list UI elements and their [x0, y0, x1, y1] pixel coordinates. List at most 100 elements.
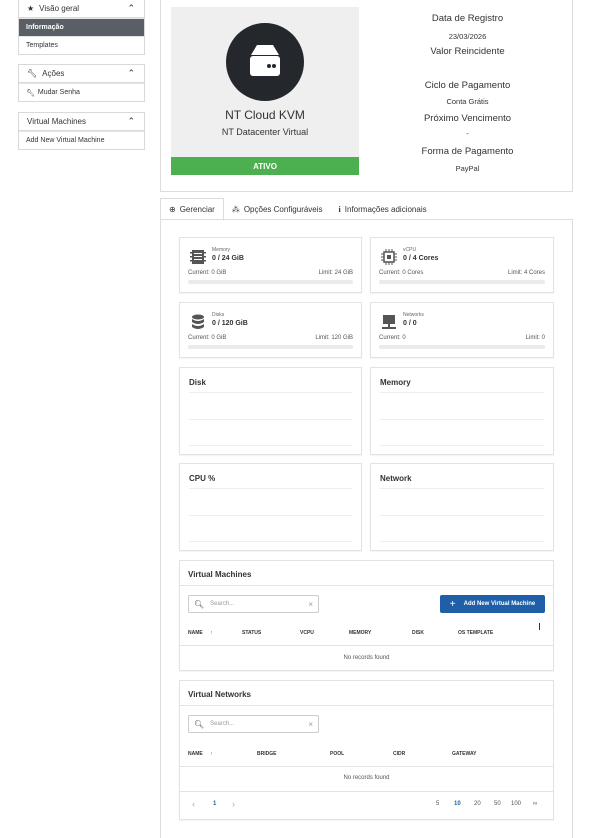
column-header-vcpu[interactable]: VCPU	[300, 630, 314, 636]
graph-title: Memory	[380, 378, 411, 387]
resource-value: 0 / 120 GiB	[212, 320, 248, 327]
sidebar-overview-header[interactable]: ★ Visão geral ⌃	[19, 0, 144, 18]
sidebar-vms-title: Virtual Machines	[27, 117, 86, 126]
sidebar-vms-header[interactable]: Virtual Machines ⌃	[19, 113, 144, 131]
column-header-name[interactable]: NAME ↑	[188, 751, 213, 757]
resource-progress-bar	[188, 345, 353, 349]
product-group: NT Datacenter Virtual	[221, 127, 309, 137]
column-header-status[interactable]: STATUS	[242, 630, 261, 636]
vm-table-card: Virtual Machines 🔍︎ Search... × + Add Ne…	[179, 560, 554, 671]
page-size-all[interactable]: ∞	[533, 801, 537, 807]
graph-title: Disk	[189, 378, 206, 387]
network-table-title: Virtual Networks	[188, 690, 251, 699]
resource-limit: Limit: 0	[525, 335, 545, 341]
resource-label: Memory	[212, 247, 231, 253]
wrench-icon: 🔧︎	[27, 69, 38, 78]
billing-cycle-label: Ciclo de Pagamento	[424, 80, 511, 91]
info-icon: i	[338, 204, 341, 214]
resource-progress-bar	[188, 280, 353, 284]
network-table-card: Virtual Networks 🔍︎ Search... × NAME ↑ B…	[179, 680, 554, 820]
add-vm-button[interactable]: + Add New Virtual Machine	[440, 595, 545, 613]
resource-current: Current: 0 GiB	[188, 335, 227, 341]
chevron-up-icon[interactable]: ⌃	[127, 3, 135, 14]
clear-icon[interactable]: ×	[308, 600, 313, 609]
resource-value: 0 / 4 Cores	[403, 255, 439, 262]
page-size-100[interactable]: 100	[511, 801, 521, 807]
empty-state: No records found	[343, 775, 390, 781]
registration-label: Data de Registro	[431, 13, 504, 24]
empty-state: No records found	[343, 655, 390, 661]
graph-title: Network	[380, 474, 412, 483]
search-icon: 🔍︎	[194, 599, 205, 609]
resource-current: Current: 0 Cores	[379, 270, 424, 276]
page-1-button[interactable]: 1	[213, 801, 216, 807]
search-placeholder: Search...	[210, 601, 235, 607]
sort-asc-icon: ↑	[210, 751, 213, 757]
resource-limit: Limit: 24 GiB	[318, 270, 353, 276]
graph-card-disk: Disk	[179, 367, 362, 455]
graph-card-memory: Memory	[370, 367, 554, 455]
column-header-name[interactable]: NAME ↑	[188, 630, 213, 636]
sidebar-item-informacao[interactable]: Informação	[19, 18, 144, 36]
chevron-up-icon[interactable]: ⌃	[127, 68, 135, 79]
page-size-50[interactable]: 50	[494, 801, 501, 807]
sort-asc-icon: ↑	[210, 630, 213, 636]
wrench-icon: 🔧︎	[26, 89, 35, 97]
vm-table-title: Virtual Machines	[188, 570, 252, 579]
next-due-value: -	[466, 129, 469, 138]
clear-icon[interactable]: ×	[308, 720, 313, 729]
billing-cycle-value: Conta Grátis	[446, 97, 489, 106]
resource-current: Current: 0 GiB	[188, 270, 227, 276]
sidebar-item-label: Mudar Senha	[37, 89, 80, 96]
sidebar-actions-panel: 🔧︎ Ações ⌃ 🔧︎ Mudar Senha	[18, 64, 145, 102]
tab-gerenciar[interactable]: ⊕ Gerenciar	[160, 198, 224, 221]
vm-search-input[interactable]: 🔍︎ Search... ×	[188, 595, 319, 613]
sidebar-actions-header[interactable]: 🔧︎ Ações ⌃	[19, 65, 144, 83]
star-icon: ★	[27, 4, 35, 13]
graph-card-cpu: CPU %	[179, 463, 362, 551]
resource-card-memory: Memory 0 / 24 GiB Current: 0 GiB Limit: …	[179, 237, 362, 293]
tab-informacoes-adicionais[interactable]: i Informações adicionais	[331, 198, 435, 220]
tab-bar: ⊕ Gerenciar ⁂ Opções Configuráveis i Inf…	[160, 198, 435, 221]
resource-limit: Limit: 4 Cores	[507, 270, 545, 276]
chevron-up-icon[interactable]: ⌃	[127, 116, 135, 127]
disk-icon	[192, 314, 204, 329]
tab-label: Gerenciar	[179, 205, 215, 214]
column-settings-icon[interactable]	[539, 623, 540, 630]
plus-icon: +	[449, 598, 456, 610]
column-header-pool[interactable]: POOL	[330, 751, 344, 757]
prev-page-button[interactable]: ‹	[192, 799, 195, 809]
column-header-disk[interactable]: DISK	[412, 630, 424, 636]
tab-label: Informações adicionais	[344, 204, 427, 214]
graph-card-network: Network	[370, 463, 554, 551]
column-header-cidr[interactable]: CIDR	[393, 751, 405, 757]
sidebar-vms-panel: Virtual Machines ⌃ Add New Virtual Machi…	[18, 112, 145, 150]
sidebar-item-mudar-senha[interactable]: 🔧︎ Mudar Senha	[19, 83, 144, 101]
tab-label: Opções Configuráveis	[243, 204, 323, 214]
product-name: NT Cloud KVM	[225, 108, 305, 122]
network-search-input[interactable]: 🔍︎ Search... ×	[188, 715, 319, 733]
column-header-bridge[interactable]: BRIDGE	[257, 751, 276, 757]
cpu-icon	[381, 249, 397, 265]
resource-label: vCPU	[403, 247, 417, 253]
sidebar-item-add-vm[interactable]: Add New Virtual Machine	[19, 131, 144, 149]
column-header-gateway[interactable]: GATEWAY	[452, 751, 476, 757]
sidebar-item-templates[interactable]: Templates	[19, 36, 144, 54]
server-icon	[250, 45, 280, 76]
page-size-20[interactable]: 20	[474, 801, 481, 807]
column-header-label: NAME	[188, 630, 203, 636]
resource-card-networks: Networks 0 / 0 Current: 0 Limit: 0	[370, 302, 554, 358]
payment-method-label: Forma de Pagamento	[421, 146, 514, 157]
resource-current: Current: 0	[379, 335, 406, 341]
column-header-memory[interactable]: MEMORY	[349, 630, 371, 636]
page-size-10[interactable]: 10	[454, 801, 461, 807]
search-placeholder: Search...	[210, 721, 235, 727]
resource-label: Networks	[403, 312, 424, 318]
column-header-os-template[interactable]: OS TEMPLATE	[458, 630, 493, 636]
next-page-button[interactable]: ›	[232, 799, 235, 809]
product-icon-circle	[226, 23, 304, 101]
page-size-5[interactable]: 5	[436, 801, 439, 807]
resource-limit: Limit: 120 GiB	[315, 335, 353, 341]
tab-opcoes-configuraveis[interactable]: ⁂ Opções Configuráveis	[224, 198, 331, 220]
sidebar-overview-panel: ★ Visão geral ⌃ Informação Templates	[18, 0, 145, 55]
